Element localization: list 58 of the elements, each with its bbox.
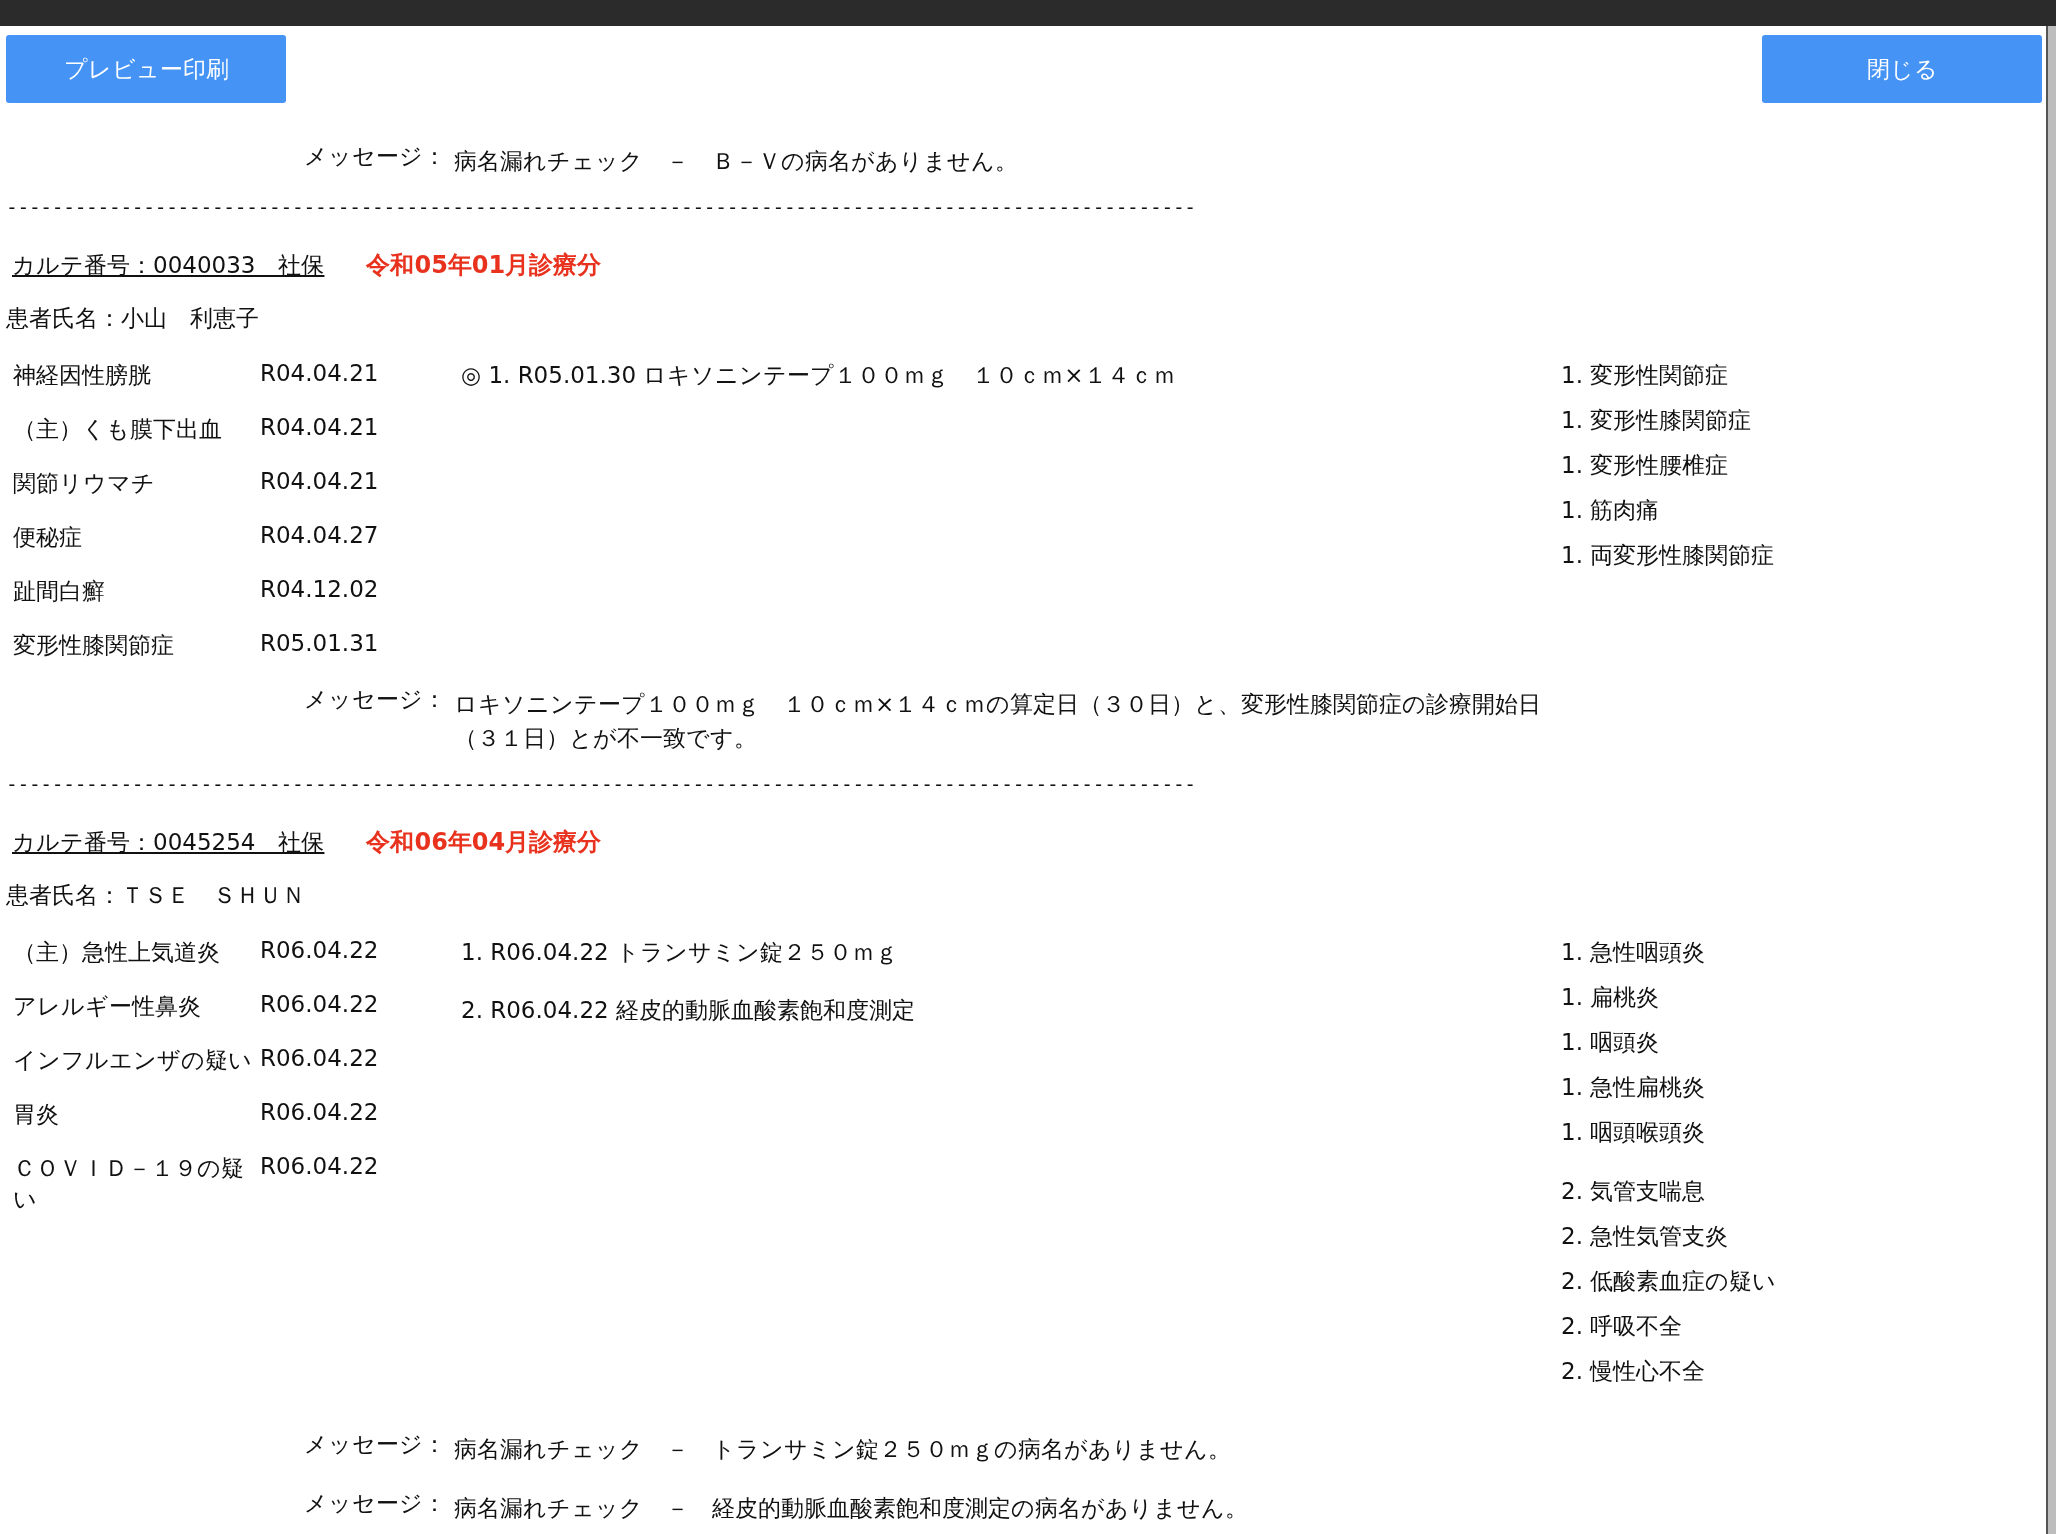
message-text: 病名漏れチェック － トランサミン錠２５０ｍｇの病名がありません。: [454, 1435, 1232, 1465]
patient-name: 患者氏名：小山 利恵子: [6, 304, 260, 334]
order-item: 1. R06.04.22 トランサミン錠２５０ｍｇ: [461, 938, 899, 968]
print-preview-button[interactable]: プレビュー印刷: [6, 35, 286, 103]
related-diagnosis: 2. 呼吸不全: [1561, 1312, 1684, 1342]
related-diagnosis: 2. 慢性心不全: [1561, 1357, 1707, 1387]
diagnosis-name: 胃炎: [12, 1100, 60, 1130]
diagnosis-date: R06.04.22: [260, 1153, 379, 1182]
order-item: ◎ 1. R05.01.30 ロキソニンテープ１００ｍｇ １０ｃｍ×１４ｃｍ: [461, 361, 1177, 391]
related-diagnosis: 1. 咽頭炎: [1561, 1028, 1661, 1058]
diagnosis-name: 関節リウマチ: [12, 469, 156, 499]
related-diagnosis: 1. 扁桃炎: [1561, 983, 1661, 1013]
diagnosis-name: ＣＯＶＩＤ－１９の疑い: [12, 1154, 245, 1215]
diagnosis-date: R05.01.31: [260, 630, 379, 659]
diagnosis-name: アレルギー性鼻炎: [12, 992, 202, 1022]
diagnosis-date: R04.04.21: [260, 414, 379, 443]
diagnosis-date: R06.04.22: [260, 1045, 379, 1074]
diagnosis-name: 神経因性膀胱: [12, 361, 152, 391]
separator-line: --------------------------------------------------------------------------------------------------------: [6, 196, 1197, 220]
message-text: 病名漏れチェック － 経皮的動脈血酸素飽和度測定の病名がありません。: [454, 1494, 1249, 1524]
diagnosis-date: R06.04.22: [260, 991, 379, 1020]
diagnosis-name: （主）急性上気道炎: [12, 938, 221, 968]
related-diagnosis: 1. 急性咽頭炎: [1561, 938, 1707, 968]
related-diagnosis: 1. 変形性関節症: [1561, 361, 1730, 391]
diagnosis-date: R04.04.27: [260, 522, 379, 551]
message-label: メッセージ：: [304, 685, 447, 715]
related-diagnosis: 2. 気管支喘息: [1561, 1177, 1707, 1207]
order-item: 2. R06.04.22 経皮的動脈血酸素飽和度測定: [461, 996, 916, 1026]
diagnosis-date: R06.04.22: [260, 1099, 379, 1128]
diagnosis-name: 便秘症: [12, 523, 83, 553]
billing-period: 令和06年04月診療分: [366, 827, 602, 859]
patient-name: 患者氏名：ＴＳＥ ＳＨＵＮ: [6, 881, 306, 911]
diagnosis-date: R04.04.21: [260, 468, 379, 497]
diagnosis-name: 趾間白癬: [12, 577, 106, 607]
billing-period: 令和05年01月診療分: [366, 250, 602, 282]
diagnosis-name: インフルエンザの疑い: [12, 1046, 253, 1076]
diagnosis-date: R06.04.22: [260, 937, 379, 966]
message-label: メッセージ：: [304, 142, 447, 171]
close-button[interactable]: 閉じる: [1762, 35, 2042, 103]
message-text: 病名漏れチェック － Ｂ－Ｖの病名がありません。: [454, 147, 1019, 176]
related-diagnosis: 1. 変形性膝関節症: [1561, 406, 1753, 436]
related-diagnosis: 2. 急性気管支炎: [1561, 1222, 1730, 1252]
message-label: メッセージ：: [304, 1430, 447, 1460]
diagnosis-name: 変形性膝関節症: [12, 631, 175, 661]
chart-number: カルテ番号：0040033 社保: [12, 251, 325, 281]
diagnosis-name: （主）くも膜下出血: [12, 415, 223, 445]
related-diagnosis: 1. 変形性腰椎症: [1561, 451, 1730, 481]
separator-line: --------------------------------------------------------------------------------------------------------: [6, 773, 1197, 797]
diagnosis-date: R04.12.02: [260, 576, 379, 605]
related-diagnosis: 1. 咽頭喉頭炎: [1561, 1118, 1707, 1148]
chart-number: カルテ番号：0045254 社保: [12, 828, 325, 858]
related-diagnosis: 2. 低酸素血症の疑い: [1561, 1267, 1778, 1297]
diagnosis-date: R04.04.21: [260, 360, 379, 389]
related-diagnosis: 1. 急性扁桃炎: [1561, 1073, 1707, 1103]
message-text: ロキソニンテープ１００ｍｇ １０ｃｍ×１４ｃｍの算定日（３０日）と、変形性膝関節症の診療開始日（３１日）とが不一致です。: [454, 690, 1543, 753]
message-label: メッセージ：: [304, 1489, 447, 1519]
related-diagnosis: 1. 筋肉痛: [1561, 496, 1661, 526]
related-diagnosis: 1. 両変形性膝関節症: [1561, 541, 1776, 571]
